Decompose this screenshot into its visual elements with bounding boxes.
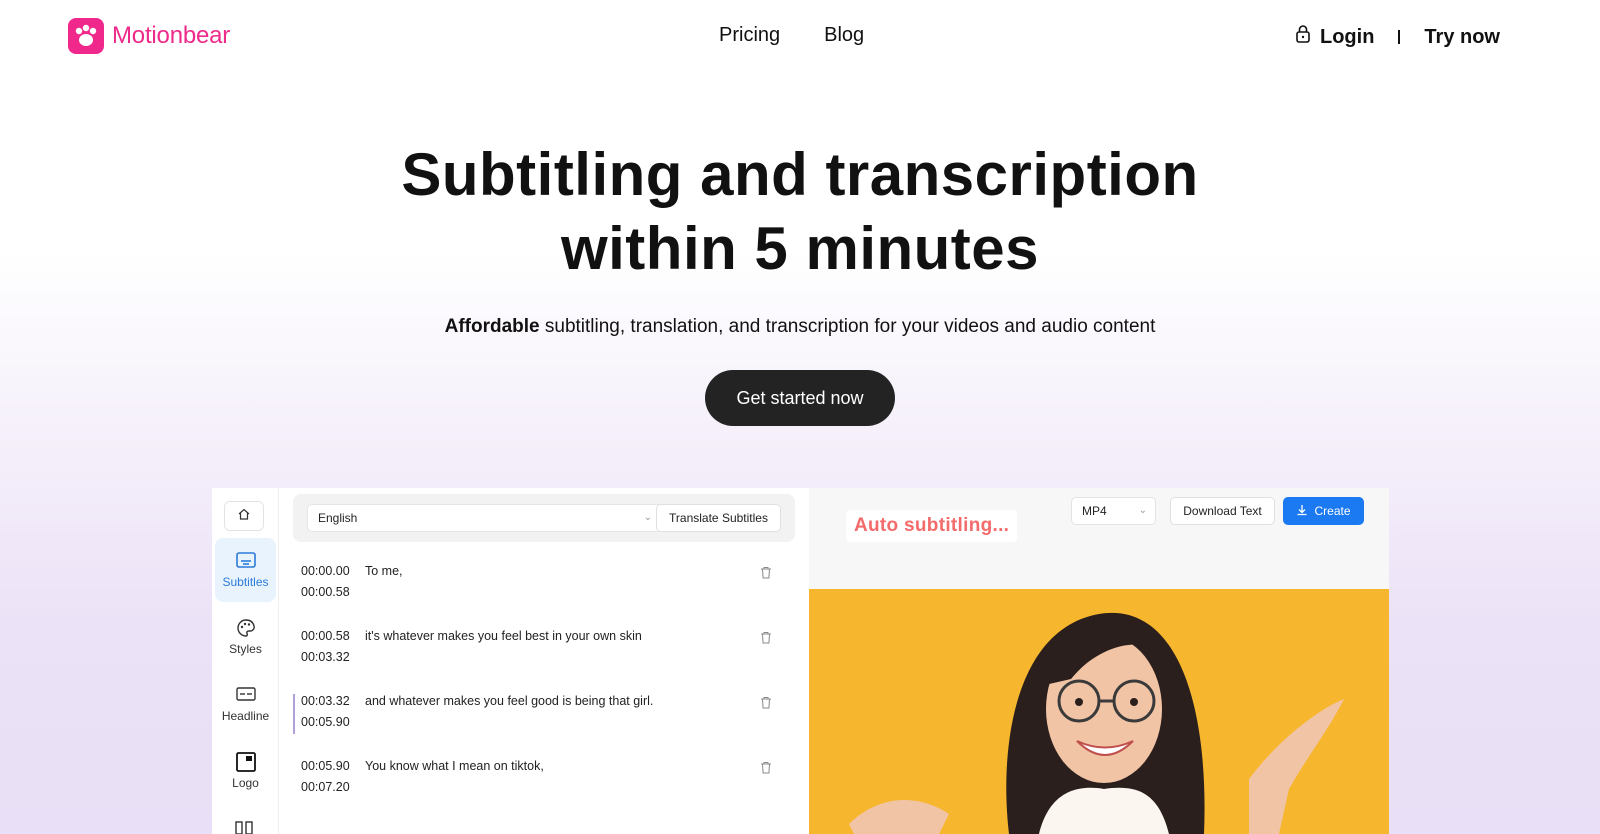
subtitle-text[interactable]: it's whatever makes you feel best in you… bbox=[365, 626, 642, 646]
start-time: 00:03.32 bbox=[301, 694, 350, 708]
subtitle-list: 00:00.00 00:00.58 To me, 00:00.58 00:03.… bbox=[293, 564, 795, 826]
subtitle-row[interactable]: 00:00.00 00:00.58 To me, bbox=[293, 564, 795, 631]
sidebar-item-label: Styles bbox=[229, 642, 262, 656]
create-button[interactable]: Create bbox=[1283, 497, 1364, 525]
sidebar-item-label: Subtitles bbox=[222, 575, 269, 589]
subtitles-icon bbox=[235, 551, 257, 569]
end-time: 00:07.20 bbox=[301, 780, 350, 794]
subtitle-text[interactable]: To me, bbox=[365, 561, 403, 581]
chevron-down-icon: ⌄ bbox=[1138, 505, 1147, 516]
subtitle-row[interactable]: 00:00.58 00:03.32 it's whatever makes yo… bbox=[293, 629, 795, 696]
app-preview: Subtitles Styles Headline Logo English ⌄… bbox=[212, 488, 1389, 834]
nav-link-blog[interactable]: Blog bbox=[824, 24, 864, 47]
nav-divider bbox=[1398, 30, 1401, 44]
trash-icon[interactable] bbox=[760, 631, 774, 645]
start-time: 00:05.90 bbox=[301, 759, 350, 773]
language-bar: English ⌄ Translate Subtitles bbox=[293, 494, 795, 542]
brand-name: Motionbear bbox=[112, 22, 231, 49]
lock-icon bbox=[1294, 24, 1312, 50]
hero-title-line2: within 5 minutes bbox=[560, 215, 1040, 282]
video-frame-illustration bbox=[809, 589, 1389, 834]
translate-subtitles-button[interactable]: Translate Subtitles bbox=[656, 504, 781, 532]
hero-subtitle-bold: Affordable bbox=[444, 316, 540, 337]
try-now-link[interactable]: Try now bbox=[1424, 26, 1500, 49]
login-link[interactable]: Login bbox=[1320, 26, 1374, 49]
home-icon bbox=[237, 507, 251, 526]
chevron-down-icon: ⌄ bbox=[643, 512, 652, 523]
subtitle-text[interactable]: and whatever makes you feel good is bein… bbox=[365, 691, 653, 711]
video-preview[interactable] bbox=[809, 589, 1389, 834]
sidebar-item-headline[interactable]: Headline bbox=[215, 672, 276, 736]
subtitle-panel: English ⌄ Translate Subtitles 00:00.00 0… bbox=[293, 494, 795, 834]
hero-title-line1: Subtitling and transcription bbox=[401, 141, 1199, 208]
auto-subtitling-badge: Auto subtitling... bbox=[846, 510, 1018, 542]
paw-icon bbox=[68, 18, 104, 54]
subtitle-row[interactable]: 00:03.32 00:05.90 and whatever makes you… bbox=[293, 694, 795, 761]
trash-icon[interactable] bbox=[760, 566, 774, 580]
end-time: 00:00.58 bbox=[301, 585, 350, 599]
hero-subtitle-rest: subtitling, translation, and transcripti… bbox=[539, 316, 1156, 337]
more-icon[interactable] bbox=[234, 820, 256, 834]
subtitle-text[interactable]: You know what I mean on tiktok, bbox=[365, 756, 544, 776]
sidebar-item-label: Logo bbox=[232, 776, 259, 790]
sidebar-item-label: Headline bbox=[221, 709, 270, 723]
sidebar-item-styles[interactable]: Styles bbox=[215, 605, 276, 669]
subtitle-row[interactable]: 00:05.90 00:07.20 You know what I mean o… bbox=[293, 759, 795, 826]
logo-square-icon bbox=[235, 752, 257, 772]
palette-icon bbox=[235, 618, 257, 637]
create-label: Create bbox=[1314, 504, 1351, 518]
language-value: English bbox=[318, 511, 358, 525]
start-time: 00:00.00 bbox=[301, 564, 350, 578]
end-time: 00:05.90 bbox=[301, 715, 350, 729]
hero-subtitle: Affordable subtitling, translation, and … bbox=[0, 316, 1600, 338]
trash-icon[interactable] bbox=[760, 761, 774, 775]
start-time: 00:00.58 bbox=[301, 629, 350, 643]
download-icon bbox=[1296, 504, 1308, 519]
top-nav: Motionbear Pricing Blog Login Try now bbox=[0, 0, 1600, 78]
trash-icon[interactable] bbox=[760, 696, 774, 710]
nav-link-pricing[interactable]: Pricing bbox=[719, 24, 780, 47]
hero-title: Subtitling and transcription within 5 mi… bbox=[0, 138, 1600, 286]
headline-icon bbox=[235, 685, 257, 703]
preview-toolbar: Auto subtitling... MP4 ⌄ Download Text C… bbox=[809, 488, 1389, 589]
format-value: MP4 bbox=[1082, 504, 1107, 518]
logo[interactable]: Motionbear bbox=[68, 18, 230, 54]
editor-sidebar: Subtitles Styles Headline Logo bbox=[212, 488, 279, 834]
format-select[interactable]: MP4 ⌄ bbox=[1071, 497, 1156, 525]
home-button[interactable] bbox=[224, 501, 264, 531]
download-text-button[interactable]: Download Text bbox=[1170, 497, 1275, 525]
sidebar-item-logo[interactable]: Logo bbox=[215, 739, 276, 803]
get-started-button[interactable]: Get started now bbox=[705, 370, 895, 426]
language-select[interactable]: English ⌄ bbox=[307, 504, 663, 532]
sidebar-item-subtitles[interactable]: Subtitles bbox=[215, 538, 276, 602]
end-time: 00:03.32 bbox=[301, 650, 350, 664]
